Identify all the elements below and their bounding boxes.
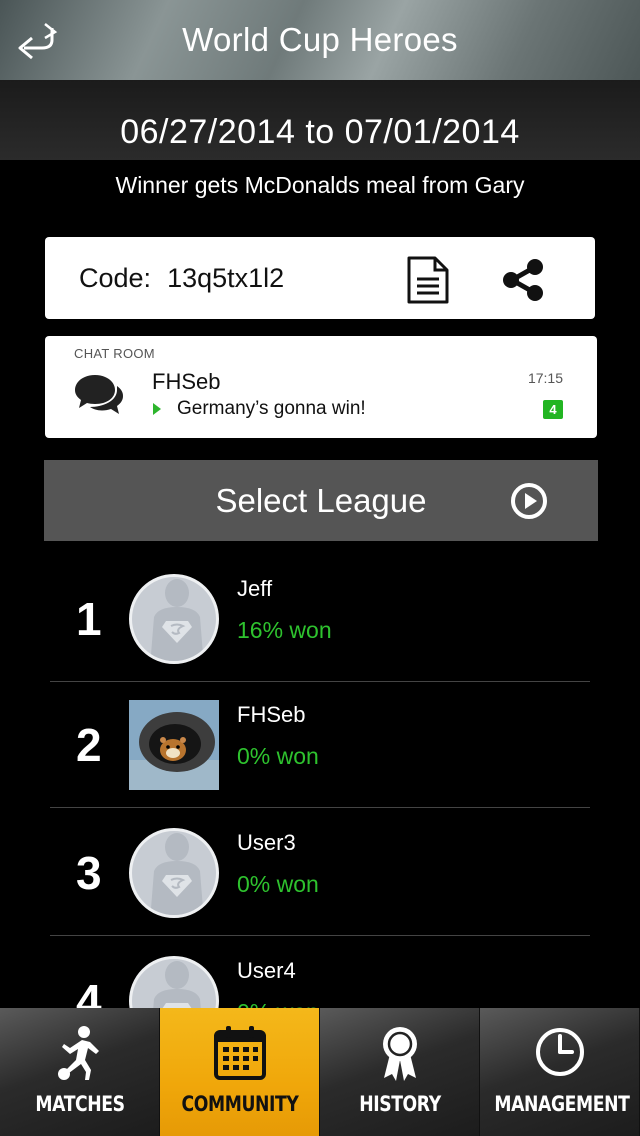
clock-icon (535, 1028, 584, 1076)
leaderboard-row[interactable]: 1 Jeff 16% won (50, 556, 590, 682)
row-divider (50, 935, 590, 936)
league-code-card: Code: 13q5tx1l2 (45, 237, 595, 319)
chat-time: 17:15 (527, 370, 563, 386)
code-value[interactable]: 13q5tx1l2 (167, 263, 284, 294)
unread-badge: 4 (543, 400, 563, 419)
tab-label: MATCHES (35, 1092, 125, 1116)
date-range: 06/27/2014 to 07/01/2014 (120, 113, 520, 151)
tab-management[interactable]: MANAGEMENT (480, 1008, 640, 1136)
avatar (129, 574, 219, 664)
rank-number: 3 (76, 847, 102, 899)
leaderboard-row[interactable]: 4 User4 0% won (50, 938, 590, 1008)
ribbon-award-icon (382, 1027, 417, 1081)
player-win-stat: 0% won (237, 743, 319, 769)
player-name: Jeff (237, 576, 273, 601)
chat-room-card[interactable]: CHAT ROOM FHSeb Germany’s gonna win! 17:… (45, 336, 597, 438)
tab-label: COMMUNITY (181, 1092, 299, 1116)
date-band: 06/27/2014 to 07/01/2014 (0, 80, 640, 160)
document-icon[interactable] (405, 255, 451, 305)
tab-label: MANAGEMENT (494, 1092, 630, 1116)
leaderboard-list: 1 Jeff 16% won 2 FHSeb 0% won 3 User3 0%… (0, 556, 640, 1008)
play-circle-icon (511, 483, 547, 519)
share-icon[interactable] (500, 257, 546, 303)
rank-number: 4 (76, 975, 102, 1008)
leaderboard-row[interactable]: 2 FHSeb 0% won (50, 682, 590, 808)
row-divider (50, 807, 590, 808)
prize-text: Winner gets McDonalds meal from Gary (115, 172, 525, 198)
chat-bubbles-icon (75, 375, 123, 414)
message-arrow-icon (153, 403, 161, 415)
tab-community[interactable]: COMMUNITY (160, 1008, 320, 1136)
select-league-label: Select League (215, 481, 427, 519)
hamster-photo-image (129, 700, 219, 790)
player-name: FHSeb (237, 702, 306, 727)
default-avatar-icon (150, 579, 204, 661)
leaderboard-row[interactable]: 3 User3 0% won (50, 810, 590, 936)
back-arrow-icon[interactable] (12, 22, 58, 62)
chat-last-user: FHSeb (152, 369, 221, 394)
calendar-icon (213, 1026, 266, 1080)
select-league-button[interactable]: Select League (44, 460, 598, 541)
soccer-player-icon (57, 1026, 99, 1080)
tab-matches[interactable]: MATCHES (0, 1008, 160, 1136)
chat-last-message: Germany’s gonna win! (177, 398, 366, 419)
nav-bar: World Cup Heroes (0, 0, 640, 80)
page-title: World Cup Heroes (182, 21, 458, 58)
default-avatar-icon (153, 961, 201, 1008)
chat-room-label: CHAT ROOM (74, 346, 155, 361)
player-win-stat: 0% won (237, 999, 319, 1008)
player-name: User4 (237, 958, 296, 983)
avatar (129, 700, 219, 790)
avatar (129, 828, 219, 918)
player-name: User3 (237, 830, 296, 855)
player-win-stat: 0% won (237, 871, 319, 897)
code-label: Code: (79, 262, 152, 293)
avatar (129, 956, 219, 1008)
tab-history[interactable]: HISTORY (320, 1008, 480, 1136)
rank-number: 1 (76, 593, 102, 645)
tab-label: HISTORY (359, 1092, 441, 1116)
default-avatar-icon (150, 833, 204, 915)
tab-bar: MATCHES COMMUNITY HISTORY MANAGEMENT (0, 1008, 640, 1136)
rank-number: 2 (76, 719, 102, 771)
player-win-stat: 16% won (237, 617, 332, 643)
